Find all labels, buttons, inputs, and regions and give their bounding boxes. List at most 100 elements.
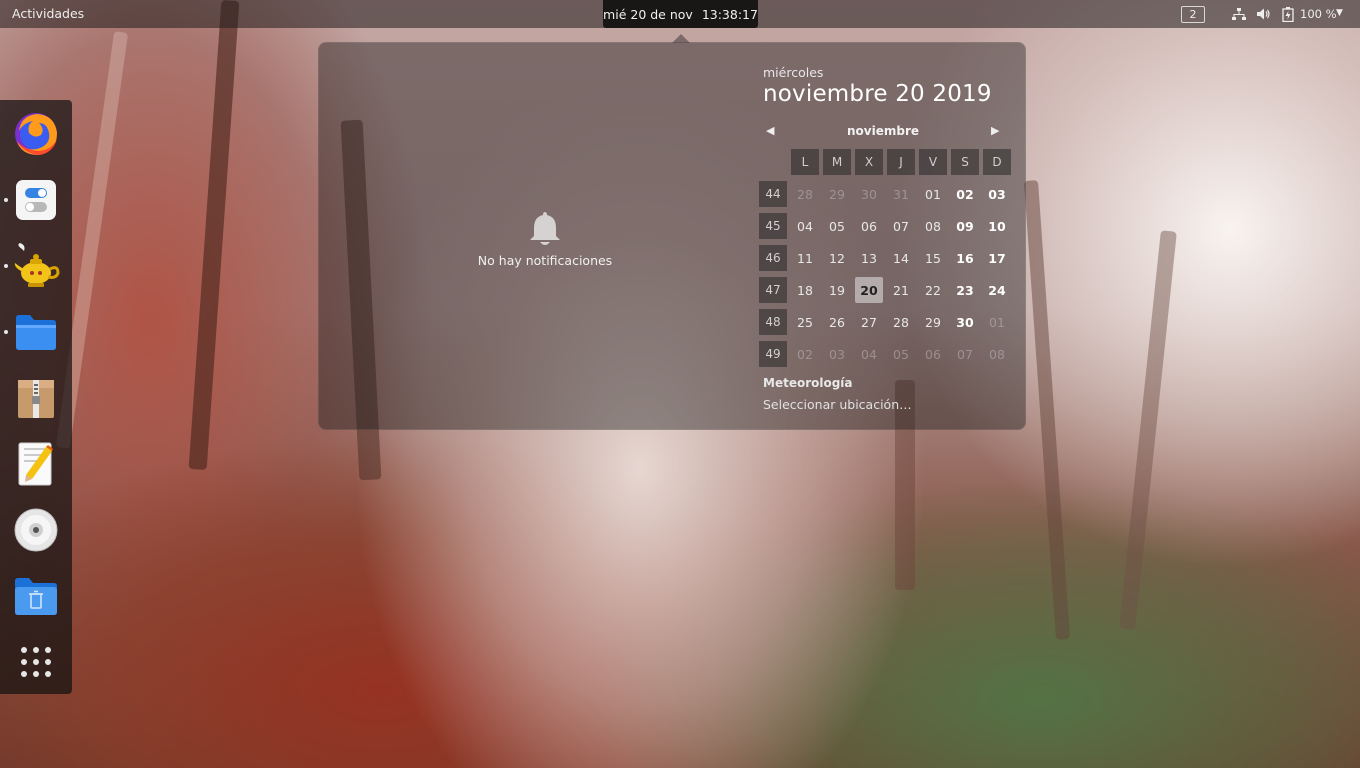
archive-manager-icon [18,380,54,418]
calendar-day[interactable]: 19 [823,277,851,303]
day-header: L [791,149,819,175]
month-label: noviembre [846,124,919,138]
text-editor-icon [18,442,53,486]
files-folder-icon [16,315,56,350]
day-header: X [855,149,883,175]
day-header: J [887,149,915,175]
volume-icon[interactable] [1256,7,1270,21]
week-number: 49 [759,341,787,367]
bell-icon [530,212,560,245]
dock [0,100,72,694]
show-applications-button[interactable] [10,636,62,688]
date-menu-popover: No hay notificaciones miércoles noviembr… [318,42,1026,430]
calendar-day[interactable]: 29 [919,309,947,335]
calendar-day[interactable]: 31 [887,181,915,207]
calendar-day[interactable]: 29 [823,181,851,207]
full-date-label[interactable]: noviembre 20 2019 [763,81,992,107]
calendar-day[interactable]: 04 [791,213,819,239]
wallpaper-tree [1119,230,1177,630]
day-header: V [919,149,947,175]
calendar-day[interactable]: 14 [887,245,915,271]
calendar-day[interactable]: 27 [855,309,883,335]
calendar-day[interactable]: 10 [983,213,1011,239]
dock-item-disc[interactable] [10,504,62,556]
calendar-day[interactable]: 17 [983,245,1011,271]
month-navigation: ◀ noviembre ▶ [763,123,1027,141]
dock-item-trash[interactable] [10,570,62,622]
calendar-day[interactable]: 24 [983,277,1011,303]
calendar-day[interactable]: 15 [919,245,947,271]
calendar-day[interactable]: 08 [919,213,947,239]
weekday-label: miércoles [763,65,824,80]
calendar-day[interactable]: 03 [983,181,1011,207]
week-number: 44 [759,181,787,207]
chevron-down-icon[interactable]: ▼ [1336,8,1343,18]
calendar-day[interactable]: 02 [791,341,819,367]
disc-icon [14,508,58,552]
show-apps-grid-icon [21,647,51,677]
calendar-day[interactable]: 11 [791,245,819,271]
day-header: S [951,149,979,175]
dock-item-files[interactable] [10,306,62,358]
calendar-day[interactable]: 07 [887,213,915,239]
calendar-day[interactable]: 28 [887,309,915,335]
calendar-day[interactable]: 12 [823,245,851,271]
running-indicator [4,264,8,268]
calendar-panel: miércoles noviembre 20 2019 ◀ noviembre … [759,43,1027,431]
calendar-day[interactable]: 01 [983,309,1011,335]
day-header: D [983,149,1011,175]
genie-lamp-icon [14,243,60,287]
calendar-day[interactable]: 02 [951,181,979,207]
dock-item-archive-manager[interactable] [10,372,62,424]
firefox-icon [15,113,57,155]
top-bar: Actividades mié 20 de nov 13:38:17 2 100… [0,0,1360,28]
dock-item-genie[interactable] [10,240,62,292]
battery-icon[interactable] [1282,7,1294,22]
dock-item-firefox[interactable] [10,108,62,160]
calendar-day[interactable]: 16 [951,245,979,271]
calendar-day[interactable]: 30 [855,181,883,207]
activities-button[interactable]: Actividades [12,6,84,21]
calendar-day[interactable]: 22 [919,277,947,303]
calendar-day[interactable]: 07 [951,341,979,367]
running-indicator [4,330,8,334]
calendar-day[interactable]: 04 [855,341,883,367]
network-wired-icon[interactable] [1232,7,1246,21]
notification-list: No hay notificaciones [319,43,771,431]
calendar-day[interactable]: 06 [919,341,947,367]
week-number: 47 [759,277,787,303]
calendar-day[interactable]: 06 [855,213,883,239]
battery-percentage[interactable]: 100 % [1300,7,1337,21]
calendar-day[interactable]: 26 [823,309,851,335]
clock-time: 13:38:17 [701,6,758,22]
calendar-day[interactable]: 08 [983,341,1011,367]
wallpaper-tree [188,0,240,471]
calendar-day-today[interactable]: 20 [855,277,883,303]
trash-folder-icon [15,578,57,615]
clock-button[interactable]: mié 20 de nov 13:38:17 [603,0,758,28]
calendar-day[interactable]: 25 [791,309,819,335]
calendar-day[interactable]: 18 [791,277,819,303]
weather-select-location-button[interactable]: Seleccionar ubicación… [763,397,912,412]
calendar-day[interactable]: 28 [791,181,819,207]
wallpaper-tree [1023,180,1071,640]
calendar-day[interactable]: 23 [951,277,979,303]
next-month-icon[interactable]: ▶ [991,124,999,137]
calendar-day[interactable]: 03 [823,341,851,367]
dock-item-text-editor[interactable] [10,438,62,490]
calendar-day[interactable]: 13 [855,245,883,271]
calendar-day[interactable]: 05 [887,341,915,367]
calendar-day[interactable]: 05 [823,213,851,239]
calendar-day[interactable]: 09 [951,213,979,239]
day-header: M [823,149,851,175]
dock-item-settings[interactable] [10,174,62,226]
calendar-day[interactable]: 01 [919,181,947,207]
weather-title: Meteorología [763,376,853,390]
settings-toggle-icon [16,180,56,220]
calendar-day[interactable]: 21 [887,277,915,303]
workspace-indicator[interactable]: 2 [1181,6,1205,23]
calendar-day[interactable]: 30 [951,309,979,335]
running-indicator [4,198,8,202]
week-number: 46 [759,245,787,271]
week-number: 45 [759,213,787,239]
